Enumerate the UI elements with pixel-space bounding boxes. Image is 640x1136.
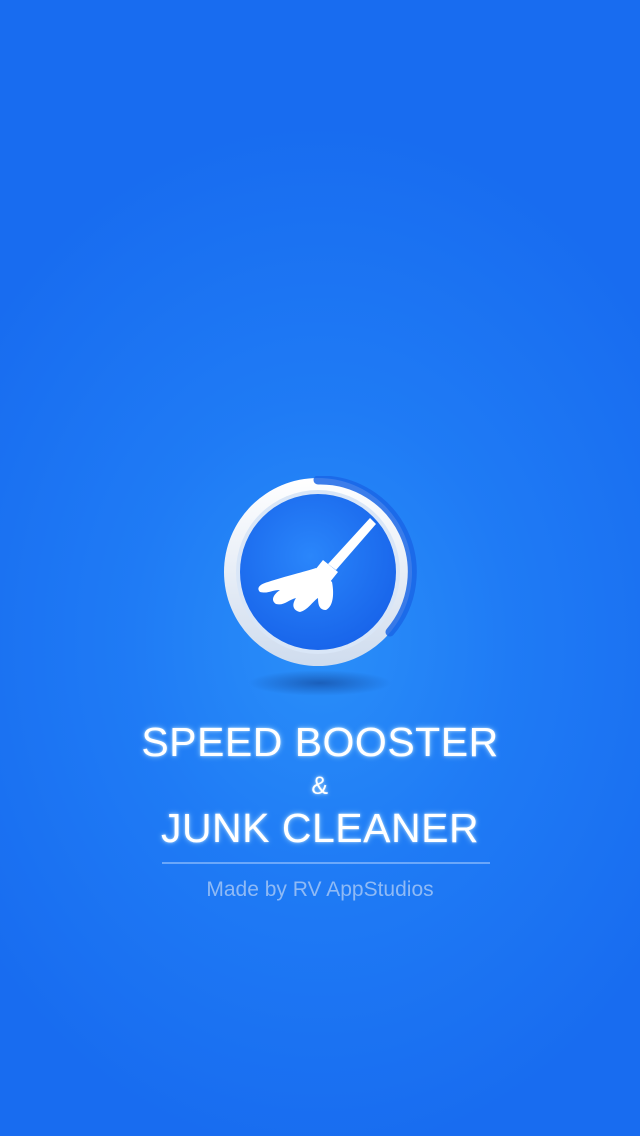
app-title-line2: JUNK CLEANER <box>160 805 480 851</box>
ampersand: & <box>311 772 329 800</box>
developer-credit: Made by RV AppStudios <box>206 878 434 901</box>
divider <box>162 862 490 864</box>
app-title-line1: SPEED BOOSTER <box>141 719 499 765</box>
app-logo <box>224 476 417 666</box>
logo-shadow <box>248 670 392 696</box>
